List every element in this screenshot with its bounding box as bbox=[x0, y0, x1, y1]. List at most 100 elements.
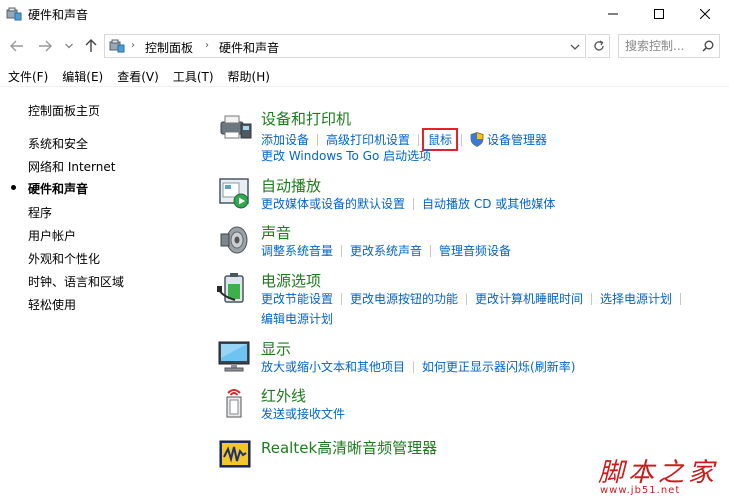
refresh-icon bbox=[593, 40, 604, 51]
breadcrumb-separator-icon: › bbox=[131, 40, 135, 51]
link-separator bbox=[418, 133, 420, 146]
category-title[interactable]: 声音 bbox=[261, 222, 291, 243]
menu-file[interactable]: 文件(F) bbox=[8, 64, 48, 86]
change-system-sounds-link[interactable]: 更改系统声音 bbox=[350, 242, 422, 259]
recent-locations-button[interactable] bbox=[60, 37, 78, 55]
autoplay-icon bbox=[219, 178, 249, 209]
sidebar-item-system-security[interactable]: 系统和安全 bbox=[28, 135, 88, 152]
chevron-down-icon[interactable] bbox=[569, 41, 581, 53]
link-row: 调整系统音量 更改系统声音 管理音频设备 bbox=[261, 242, 511, 259]
close-icon bbox=[700, 9, 710, 19]
breadcrumb-control-panel[interactable]: 控制面板 bbox=[145, 39, 193, 56]
link-separator bbox=[413, 360, 415, 373]
sidebar-item-user-accounts[interactable]: 用户帐户 bbox=[28, 227, 76, 244]
link-row: 编辑电源计划 bbox=[261, 310, 333, 327]
minimize-button[interactable] bbox=[590, 0, 636, 28]
menu-bar: 文件(F) 编辑(E) 查看(V) 工具(T) 帮助(H) bbox=[0, 64, 729, 86]
manage-audio-devices-link[interactable]: 管理音频设备 bbox=[439, 242, 511, 259]
advanced-printer-setup-link[interactable]: 高级打印机设置 bbox=[326, 131, 410, 148]
printer-icon bbox=[220, 115, 252, 139]
change-power-saving-link[interactable]: 更改节能设置 bbox=[261, 290, 333, 307]
menu-tools[interactable]: 工具(T) bbox=[173, 64, 214, 86]
refresh-button[interactable] bbox=[588, 34, 610, 58]
link-row: 更改媒体或设备的默认设置 自动播放 CD 或其他媒体 bbox=[261, 195, 555, 212]
power-button-function-link[interactable]: 更改电源按钮的功能 bbox=[350, 290, 458, 307]
breadcrumb-separator-icon: › bbox=[205, 40, 209, 51]
category-title[interactable]: 电源选项 bbox=[261, 270, 321, 291]
divider bbox=[0, 86, 729, 87]
link-separator bbox=[317, 133, 319, 146]
navigation-bar: › 控制面板 › 硬件和声音 bbox=[0, 32, 729, 60]
up-button[interactable] bbox=[82, 37, 100, 55]
device-manager-link[interactable]: 设备管理器 bbox=[487, 131, 547, 148]
search-box[interactable] bbox=[618, 34, 720, 58]
minimize-icon bbox=[608, 13, 618, 15]
sidebar-item-appearance[interactable]: 外观和个性化 bbox=[28, 250, 100, 267]
link-separator bbox=[466, 292, 468, 305]
category-title[interactable]: Realtek高清晰音频管理器 bbox=[261, 437, 437, 458]
category-title[interactable]: 自动播放 bbox=[261, 175, 321, 196]
windows-to-go-link[interactable]: 更改 Windows To Go 启动选项 bbox=[261, 147, 431, 164]
sidebar-item-clock-region[interactable]: 时钟、语言和区域 bbox=[28, 273, 124, 290]
link-separator bbox=[413, 197, 415, 210]
choose-power-plan-link[interactable]: 选择电源计划 bbox=[600, 290, 672, 307]
close-button[interactable] bbox=[682, 0, 728, 28]
category-title[interactable]: 设备和打印机 bbox=[261, 108, 351, 129]
arrow-up-icon bbox=[85, 39, 97, 52]
link-row: 发送或接收文件 bbox=[261, 405, 345, 422]
search-icon[interactable] bbox=[702, 40, 714, 52]
arrow-left-icon bbox=[10, 40, 23, 52]
monitor-icon bbox=[218, 341, 250, 372]
infrared-icon bbox=[226, 389, 242, 418]
watermark-text: 脚本之家 bbox=[598, 458, 719, 488]
menu-edit[interactable]: 编辑(E) bbox=[62, 64, 103, 86]
sidebar-home-link[interactable]: 控制面板主页 bbox=[28, 102, 100, 119]
address-bar[interactable]: › 控制面板 › 硬件和声音 bbox=[104, 34, 586, 58]
link-row: 放大或缩小文本和其他项目 如何更正显示器闪烁(刷新率) bbox=[261, 358, 575, 375]
menu-view[interactable]: 查看(V) bbox=[117, 64, 159, 86]
link-separator bbox=[430, 244, 432, 257]
link-separator bbox=[341, 244, 343, 257]
zoom-text-link[interactable]: 放大或缩小文本和其他项目 bbox=[261, 358, 405, 375]
back-button[interactable] bbox=[8, 37, 26, 55]
realtek-icon bbox=[219, 440, 251, 468]
link-separator bbox=[680, 292, 682, 305]
title-bar: 硬件和声音 bbox=[0, 0, 729, 28]
speaker-icon bbox=[220, 226, 248, 254]
add-device-link[interactable]: 添加设备 bbox=[261, 131, 309, 148]
maximize-icon bbox=[654, 9, 664, 19]
control-panel-icon bbox=[109, 39, 125, 53]
link-separator bbox=[341, 292, 343, 305]
active-bullet-icon bbox=[11, 185, 16, 190]
fix-monitor-flicker-link[interactable]: 如何更正显示器闪烁(刷新率) bbox=[422, 358, 575, 375]
arrow-right-icon bbox=[39, 40, 52, 52]
battery-icon bbox=[217, 273, 244, 303]
breadcrumb-hardware-sound[interactable]: 硬件和声音 bbox=[219, 39, 279, 56]
chevron-down-icon bbox=[65, 43, 73, 49]
sidebar-item-network[interactable]: 网络和 Internet bbox=[28, 158, 115, 175]
edit-power-plan-link[interactable]: 编辑电源计划 bbox=[261, 310, 333, 327]
change-sleep-time-link[interactable]: 更改计算机睡眠时间 bbox=[475, 290, 583, 307]
window-title: 硬件和声音 bbox=[28, 8, 89, 22]
link-separator bbox=[461, 133, 463, 146]
menu-help[interactable]: 帮助(H) bbox=[228, 64, 270, 86]
watermark-url: www.jb51.net bbox=[600, 485, 681, 496]
control-panel-icon bbox=[6, 7, 22, 21]
autoplay-cd-link[interactable]: 自动播放 CD 或其他媒体 bbox=[422, 195, 555, 212]
adjust-volume-link[interactable]: 调整系统音量 bbox=[261, 242, 333, 259]
uac-shield-icon bbox=[470, 132, 484, 147]
send-receive-files-link[interactable]: 发送或接收文件 bbox=[261, 405, 345, 422]
link-row: 更改节能设置 更改电源按钮的功能 更改计算机睡眠时间 选择电源计划 bbox=[261, 290, 689, 307]
forward-button[interactable] bbox=[36, 37, 54, 55]
sidebar-item-ease-of-access[interactable]: 轻松使用 bbox=[28, 296, 76, 313]
link-separator bbox=[591, 292, 593, 305]
search-input[interactable] bbox=[625, 38, 697, 54]
category-title[interactable]: 显示 bbox=[261, 338, 291, 359]
sidebar-item-programs[interactable]: 程序 bbox=[28, 204, 52, 221]
link-row: 更改 Windows To Go 启动选项 bbox=[261, 147, 431, 164]
change-default-media-link[interactable]: 更改媒体或设备的默认设置 bbox=[261, 195, 405, 212]
sidebar-item-hardware-sound[interactable]: 硬件和声音 bbox=[28, 180, 88, 197]
category-title[interactable]: 红外线 bbox=[261, 385, 306, 406]
maximize-button[interactable] bbox=[636, 0, 682, 28]
site-watermark: 脚本之家 www.jb51.net bbox=[598, 452, 722, 498]
